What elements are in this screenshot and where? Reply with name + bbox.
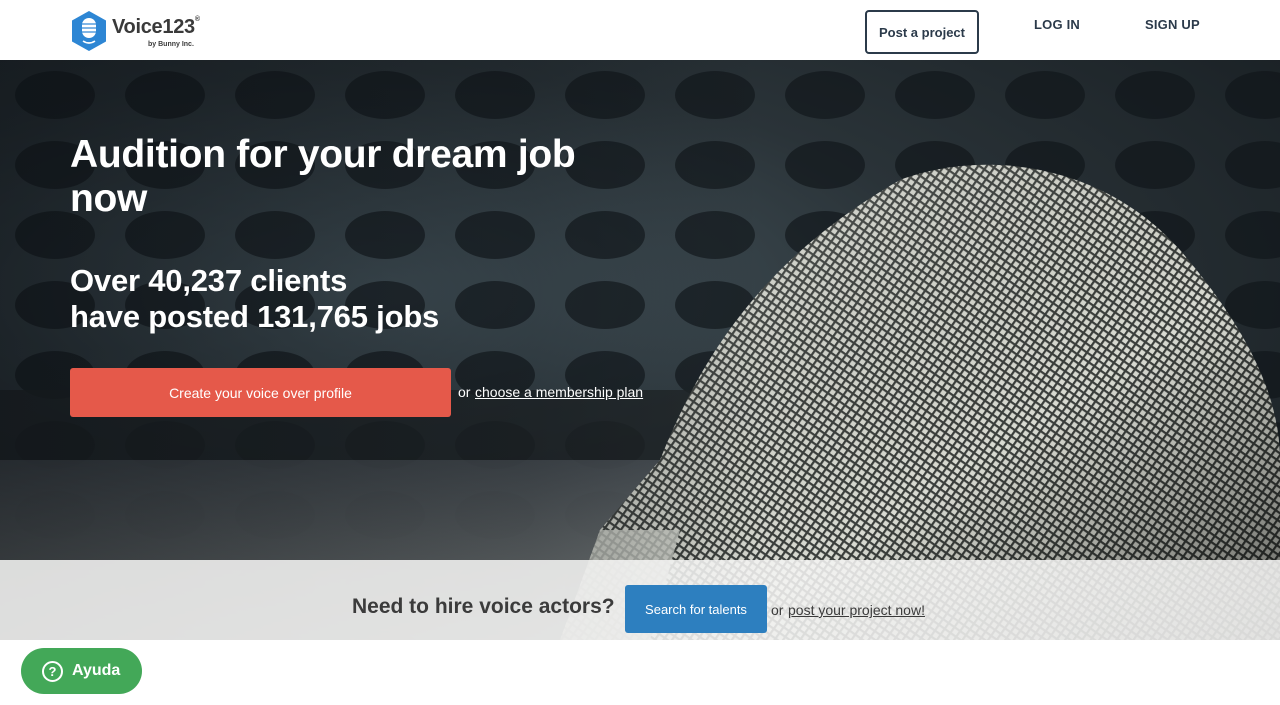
help-label: Ayuda [72,662,121,679]
top-navigation-bar: Voice123® by Bunny Inc. Post a project L… [0,0,1280,60]
hire-voice-actors-band: Need to hire voice actors? Search for ta… [0,560,1280,640]
search-talents-button[interactable]: Search for talents [625,585,767,633]
logo-word: Voice123® [112,16,200,38]
logo-tagline: by Bunny Inc. [148,41,194,48]
membership-plan-link[interactable]: choose a membership plan [475,384,643,400]
post-project-button[interactable]: Post a project [865,10,979,54]
hero-or-text: or [458,384,471,400]
microphone-hexagon-logo-icon [72,11,106,51]
hero-title: Audition for your dream job now [70,133,576,220]
logo-registered-mark: ® [194,16,200,23]
signup-link[interactable]: SIGN UP [1145,17,1200,32]
logo-wordmark: Voice123® by Bunny Inc. [112,10,216,52]
hire-question: Need to hire voice actors? [352,595,615,618]
post-project-link[interactable]: post your project now! [788,602,925,618]
voice123-logo[interactable]: Voice123® by Bunny Inc. [70,9,220,53]
hero-stats-jobs: have posted 131,765 jobs [70,299,440,334]
login-link[interactable]: LOG IN [1034,17,1080,32]
hire-or-text: or [771,602,784,618]
hero-section: Audition for your dream job now Over 40,… [0,60,1280,640]
create-profile-button[interactable]: Create your voice over profile [70,368,451,417]
hero-stats-clients: Over 40,237 clients [70,263,348,298]
help-button[interactable]: ? Ayuda [21,648,142,694]
question-circle-icon: ? [42,660,63,682]
hero-stats: Over 40,237 clients have posted 131,765 … [70,263,590,335]
